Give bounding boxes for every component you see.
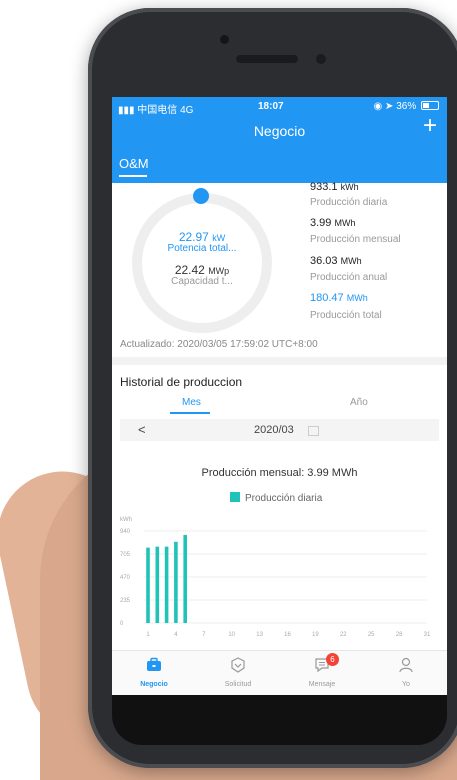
location-icon: ◉ ➤ <box>373 101 394 112</box>
capacity-value: 22.42 MWp <box>132 263 272 277</box>
app-header: ▮▮▮ 中国电信 4G 18:07 ◉ ➤ 36% Negocio + O&M <box>112 97 447 183</box>
stat-annual-value: 36.03 <box>310 255 338 267</box>
signal-icon: ▮▮▮ <box>118 105 135 116</box>
nav-label-negocio: Negocio <box>140 681 168 688</box>
tab-om-indicator <box>119 175 147 177</box>
y-axis-label: kWh <box>120 517 132 523</box>
tab-month[interactable]: Mes <box>182 397 201 408</box>
x-tick-label: 4 <box>174 632 178 638</box>
status-right: ◉ ➤ 36% <box>374 101 439 112</box>
power-label: Potencia total... <box>167 243 237 254</box>
stat-daily-label: Producción diaria <box>310 197 388 208</box>
prev-month-button[interactable]: < <box>138 422 146 437</box>
status-time: 18:07 <box>258 101 284 112</box>
shield-icon <box>231 657 245 673</box>
front-camera-icon <box>316 54 326 64</box>
tab-month-indicator <box>170 412 210 414</box>
chart-bar <box>155 546 160 623</box>
capacity-unit: MWp <box>208 266 230 276</box>
stat-daily-value: 933.1 <box>310 181 338 193</box>
x-tick-label: 31 <box>424 632 431 638</box>
capacity-label: Capacidad t... <box>171 276 233 287</box>
ring-progress-dot <box>193 188 209 204</box>
y-tick-label: 0 <box>120 621 124 627</box>
stat-monthly-value: 3.99 <box>310 217 332 229</box>
stat-total-unit: MWh <box>346 293 368 303</box>
stat-total-label: Producción total <box>310 310 382 321</box>
stat-annual: 36.03 MWh <box>310 255 362 267</box>
date-value[interactable]: 2020/03 <box>254 424 294 436</box>
overview-card: 22.97 kW Potencia total... 22.42 MWp Cap… <box>112 181 447 357</box>
x-tick-label: 7 <box>202 632 206 638</box>
x-tick-label: 19 <box>312 632 319 638</box>
power-number: 22.97 <box>178 230 209 244</box>
briefcase-icon <box>147 657 161 671</box>
legend-label: Producción diaria <box>245 493 323 504</box>
y-tick-label: 705 <box>120 552 131 558</box>
battery-percent: 36% <box>396 101 417 112</box>
calendar-icon[interactable] <box>308 426 319 436</box>
updated-timestamp: Actualizado: 2020/03/05 17:59:02 UTC+8:0… <box>120 339 318 350</box>
date-selector: < 2020/03 <box>120 419 439 441</box>
network-label: 4G <box>180 105 194 116</box>
x-tick-label: 28 <box>396 632 403 638</box>
x-tick-label: 1 <box>146 632 150 638</box>
y-tick-label: 470 <box>120 575 131 581</box>
chart-bar <box>146 547 150 623</box>
stat-daily-unit: kWh <box>340 182 359 192</box>
chart-bar <box>174 541 178 623</box>
capacity-number: 22.42 <box>174 263 205 277</box>
tab-om[interactable]: O&M <box>119 156 149 171</box>
battery-icon <box>421 101 439 110</box>
message-badge: 6 <box>326 653 339 666</box>
stat-annual-unit: MWh <box>340 256 362 266</box>
monthly-summary: Producción mensual: 3.99 MWh <box>201 467 358 479</box>
status-left: ▮▮▮ 中国电信 4G <box>118 101 193 116</box>
chart-legend[interactable]: Producción diaria <box>230 492 322 504</box>
phone-top-bezel <box>88 8 457 103</box>
power-value: 22.97 kW <box>132 230 272 244</box>
stat-total: 180.47 MWh <box>310 292 368 304</box>
user-icon <box>399 657 413 673</box>
x-tick-label: 13 <box>256 632 263 638</box>
section-divider <box>112 357 447 365</box>
y-tick-label: 235 <box>120 598 131 604</box>
stat-monthly: 3.99 MWh <box>310 217 355 229</box>
power-unit: kW <box>212 233 226 243</box>
stat-monthly-label: Producción mensual <box>310 234 401 245</box>
earpiece <box>236 55 298 63</box>
sensor-icon <box>220 35 229 44</box>
chart-bar <box>183 534 187 623</box>
add-button[interactable]: + <box>423 114 437 138</box>
app-screen: ▮▮▮ 中国电信 4G 18:07 ◉ ➤ 36% Negocio + O&M … <box>112 97 447 695</box>
nav-label-solicitud: Solicitud <box>224 681 252 688</box>
nav-label-yo: Yo <box>402 681 410 688</box>
phone-body: ▮▮▮ 中国电信 4G 18:07 ◉ ➤ 36% Negocio + O&M … <box>88 8 457 768</box>
x-tick-label: 16 <box>284 632 291 638</box>
history-title: Historial de produccion <box>120 375 243 389</box>
x-tick-label: 25 <box>368 632 375 638</box>
tab-year[interactable]: Año <box>350 397 368 408</box>
carrier-label: 中国电信 <box>137 105 178 116</box>
x-tick-label: 10 <box>228 632 235 638</box>
phone-bottom-bezel <box>112 695 447 745</box>
legend-swatch <box>230 492 240 502</box>
stat-total-value: 180.47 <box>310 292 344 304</box>
stat-daily: 933.1 kWh <box>310 181 359 193</box>
chart-bar <box>164 546 169 623</box>
production-chart: kWh 0 235 470 705 940 1 4 7 10 13 16 19 22 25 28 31 <box>120 517 431 638</box>
bottom-nav: Negocio Solicitud 6 Mensaje Yo <box>112 650 447 695</box>
stat-annual-label: Producción anual <box>310 272 388 283</box>
stat-monthly-unit: MWh <box>334 218 356 228</box>
nav-label-mensaje: Mensaje <box>308 681 336 688</box>
y-tick-label: 940 <box>120 529 131 535</box>
page-title: Negocio <box>253 123 306 139</box>
status-bar: ▮▮▮ 中国电信 4G 18:07 ◉ ➤ 36% <box>112 101 447 117</box>
x-tick-label: 22 <box>340 632 347 638</box>
